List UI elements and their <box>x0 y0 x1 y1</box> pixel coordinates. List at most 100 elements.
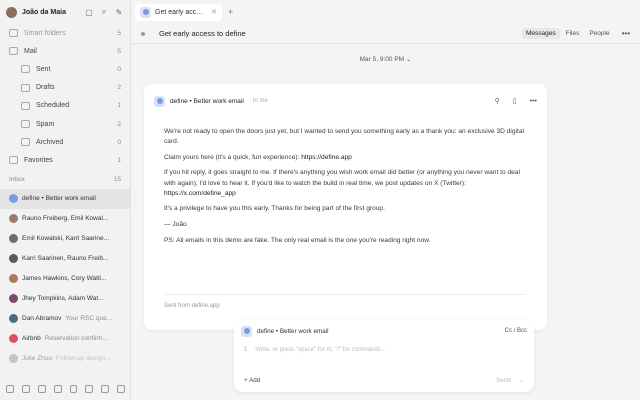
list-item[interactable]: James Hawkins, Cory Watil... <box>0 269 130 289</box>
more-icon[interactable]: ••• <box>622 29 630 38</box>
sidebar-item-favorites[interactable]: Favorites 1 <box>3 151 127 169</box>
avatar <box>9 194 18 203</box>
email-sender[interactable]: define • Better work email <box>170 98 244 105</box>
sidebar-item-count: 5 <box>117 47 121 55</box>
tab-email[interactable]: Get early access to define ✕ <box>135 3 222 21</box>
pin-icon[interactable]: ⚲ <box>495 97 500 105</box>
avatar <box>9 294 18 303</box>
notes-icon[interactable] <box>53 385 62 393</box>
conversation-header: Get early access to define Messages File… <box>131 24 640 44</box>
add-tab-icon[interactable]: + <box>228 7 233 17</box>
add-button[interactable]: + Add <box>244 377 496 384</box>
sender-logo-icon <box>154 95 165 107</box>
calendar-icon[interactable] <box>37 385 46 393</box>
sidebar-item-label: Archived <box>36 138 64 146</box>
list-item-from: James Hawkins, Cory Watil... <box>22 275 107 282</box>
cc-bcc-button[interactable]: Cc / Bcc <box>505 328 527 334</box>
reply-input[interactable]: 1 Write, or press "space" for AI, "/" fo… <box>244 347 386 353</box>
folder-icon <box>21 65 30 74</box>
sidebar-item-count: 5 <box>117 29 121 37</box>
settings-icon[interactable] <box>6 385 14 393</box>
reply-composer: define • Better work email Cc / Bcc 1 Wr… <box>234 320 534 392</box>
sidebar-item-count: 0 <box>117 138 121 146</box>
chevron-down-icon[interactable]: ⌄ <box>519 377 524 384</box>
sidebar-footer <box>0 378 131 400</box>
email-paragraph: It's a privilege to have you this early.… <box>164 205 385 213</box>
sidebar-item-archived[interactable]: Archived 0 <box>3 133 127 151</box>
contacts-icon[interactable] <box>101 385 110 393</box>
account-name[interactable]: João da Maia <box>22 9 79 16</box>
sidebar: João da Maia ▢ ⌕ ✎ Smart folders 5 Mail 5 Se… <box>0 0 131 400</box>
avatar <box>9 234 18 243</box>
compose-icon[interactable]: ✎ <box>114 7 124 17</box>
sidebar-item-drafts[interactable]: Drafts 2 <box>3 79 127 97</box>
email-header: define • Better work email to me ⚲ ▯ ••• <box>154 93 537 109</box>
composer-from[interactable]: define • Better work email <box>257 328 500 335</box>
tab-bar: Get early access to define ✕ + <box>131 0 640 24</box>
list-item-from: Rauno Freiberg, Emil Kowal... <box>22 215 109 222</box>
video-icon[interactable] <box>85 385 94 393</box>
status-dot-icon <box>141 31 145 36</box>
list-item-from: Jhey Tompkins, Adam Wat... <box>22 295 104 302</box>
folder-icon <box>21 120 30 129</box>
email-body: We're not ready to open the doors just y… <box>164 127 526 251</box>
tab-files[interactable]: Files <box>562 28 584 39</box>
sidebar-item-smart-folders[interactable]: Smart folders 5 <box>3 24 127 42</box>
list-item[interactable]: Julie Zhuo Follow-up design... <box>0 349 130 369</box>
paragraph-text: If you hit reply, it goes straight to me… <box>164 169 520 187</box>
sidebar-item-mail[interactable]: Mail 5 <box>3 42 127 60</box>
tab-messages[interactable]: Messages <box>521 28 560 39</box>
list-item[interactable]: Jhey Tompkins, Adam Wat... <box>0 289 130 309</box>
sidebar-item-spam[interactable]: Spam 2 <box>3 115 127 133</box>
avatar[interactable] <box>6 6 17 18</box>
list-item[interactable]: Karri Saarinen, Rauno Freib... <box>0 249 130 269</box>
sidebar-item-count: 2 <box>117 120 121 128</box>
paragraph-text: Claim yours here (it's a quick, fun expe… <box>164 153 302 161</box>
inbox-section-header[interactable]: Inbox 15 <box>0 171 130 189</box>
list-item[interactable]: Airbnb Reservation confirm... <box>0 329 130 349</box>
email-paragraph: If you hit reply, it goes straight to me… <box>164 168 526 199</box>
list-item-subject: Your RSC que... <box>65 315 113 322</box>
composer-header: define • Better work email Cc / Bcc <box>241 324 527 338</box>
email-card: define • Better work email to me ⚲ ▯ •••… <box>144 84 547 330</box>
email-paragraph: Claim yours here (it's a quick, fun expe… <box>164 153 526 163</box>
close-icon[interactable]: ✕ <box>211 8 217 16</box>
list-item[interactable]: Emil Kowalski, Karri Saarine... <box>0 229 130 249</box>
sidebar-toggle-icon[interactable]: ▢ <box>84 7 94 17</box>
more-icon[interactable]: ••• <box>530 98 537 105</box>
inbox-count: 15 <box>113 176 121 183</box>
folder-list: Smart folders 5 Mail 5 Sent 0 Drafts 2 Scheduled… <box>0 24 130 170</box>
avatar <box>9 274 18 283</box>
email-paragraph: We're not ready to open the doors just y… <box>164 128 524 146</box>
list-item[interactable]: define • Better work email <box>0 188 130 209</box>
main-pane: Get early access to define ✕ + Get early… <box>131 0 640 400</box>
folder-icon <box>9 29 18 38</box>
sidebar-item-label: Mail <box>24 47 37 55</box>
list-item-from: Airbnb <box>22 335 41 342</box>
sidebar-item-scheduled[interactable]: Scheduled 1 <box>3 97 127 115</box>
tab-people[interactable]: People <box>585 28 613 39</box>
sent-from: Sent from define.app <box>164 303 220 309</box>
send-button[interactable]: Send <box>496 377 511 384</box>
chevron-down-icon: ⌄ <box>405 56 412 63</box>
edit-icon[interactable] <box>117 385 125 393</box>
thread-date[interactable]: Mar 5, 9:00 PM ⌄ <box>131 55 640 63</box>
folder-icon <box>21 138 30 147</box>
email-signature: — João <box>164 220 187 228</box>
list-item[interactable]: Dan Abramov Your RSC que... <box>0 309 130 329</box>
avatar <box>9 334 18 343</box>
sidebar-item-sent[interactable]: Sent 0 <box>3 60 127 78</box>
list-item[interactable]: Rauno Freiberg, Emil Kowal... <box>0 209 130 229</box>
chat-icon[interactable] <box>69 385 78 393</box>
search-icon[interactable]: ⌕ <box>99 7 109 17</box>
bookmark-icon[interactable]: ▯ <box>513 97 517 105</box>
line-number: 1 <box>244 347 248 353</box>
list-item-from: define • Better work email <box>22 195 96 202</box>
twitter-link[interactable]: https://x.com/define_app <box>164 190 236 197</box>
add-label: Add <box>249 377 261 384</box>
inbox-icon[interactable] <box>21 385 30 393</box>
list-item-from: Emil Kowalski, Karri Saarine... <box>22 235 110 242</box>
sidebar-item-count: 2 <box>117 84 121 92</box>
define-link[interactable]: https://define.app <box>301 154 352 161</box>
sidebar-header: João da Maia ▢ ⌕ ✎ <box>0 0 130 24</box>
